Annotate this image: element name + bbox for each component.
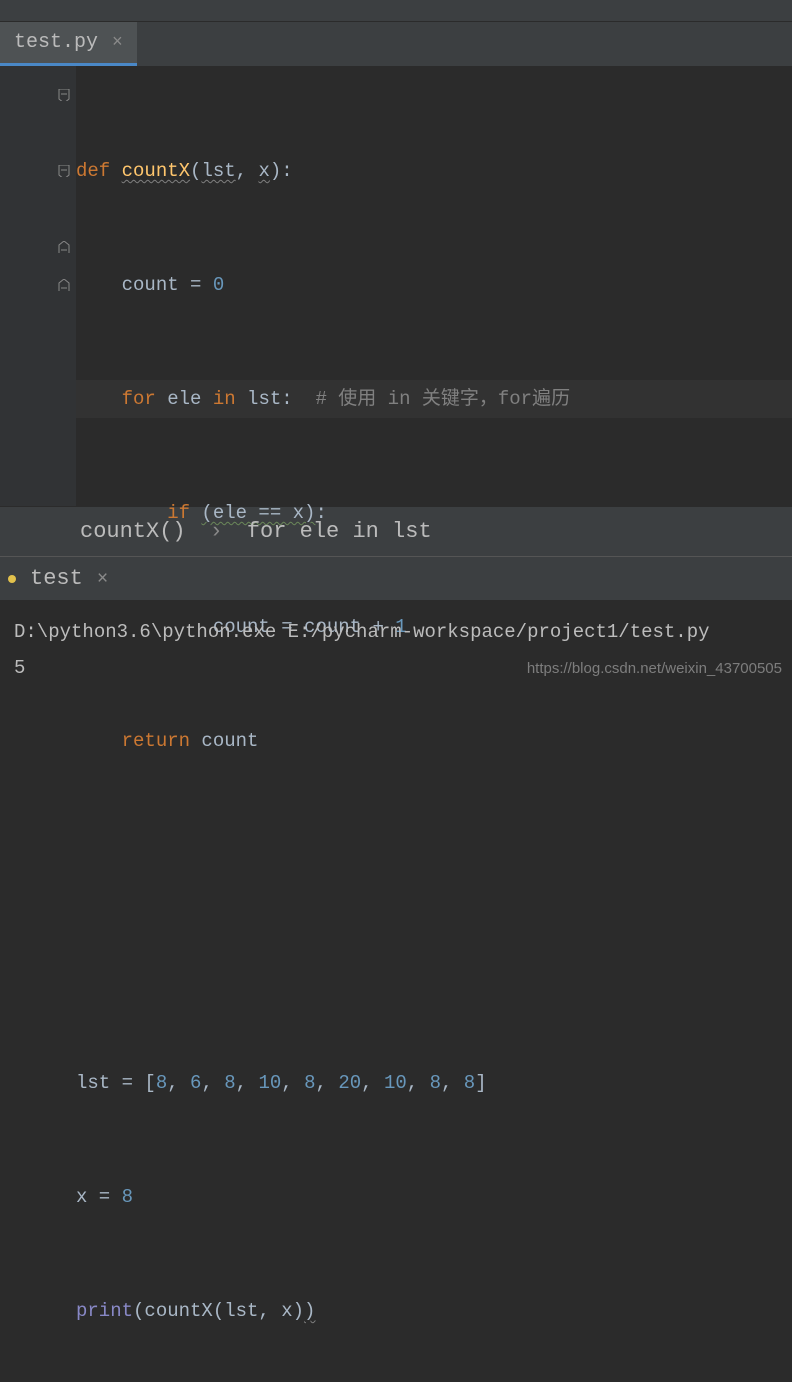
run-tab-test[interactable]: test × bbox=[0, 557, 124, 600]
title-bar bbox=[0, 0, 792, 22]
breadcrumb-item[interactable]: countX() bbox=[80, 519, 186, 544]
console-output: 5 bbox=[14, 657, 25, 679]
console-line: D:\python3.6\python.exe E:/pycharm-works… bbox=[14, 621, 710, 643]
close-icon[interactable]: × bbox=[97, 568, 108, 590]
close-icon[interactable]: × bbox=[112, 33, 123, 53]
run-tab-label: test bbox=[30, 566, 83, 591]
keyword-in: in bbox=[213, 388, 247, 410]
chevron-right-icon: › bbox=[210, 519, 223, 544]
keyword-return: return bbox=[76, 730, 201, 752]
code-editor[interactable]: def countX(lst, x): count = 0 for ele in… bbox=[0, 66, 792, 506]
editor-tab-bar: test.py × bbox=[0, 22, 792, 66]
keyword-def: def bbox=[76, 160, 122, 182]
run-marker-icon bbox=[8, 575, 16, 583]
fold-icon[interactable] bbox=[58, 76, 70, 114]
fold-end-icon[interactable] bbox=[58, 266, 70, 304]
param-lst: lst bbox=[201, 160, 235, 182]
breadcrumb-item[interactable]: for ele in lst bbox=[247, 519, 432, 544]
keyword-for: for bbox=[76, 388, 167, 410]
fold-end-icon[interactable] bbox=[58, 228, 70, 266]
comment: # 使用 in 关键字，for遍历 bbox=[315, 388, 570, 410]
code-area[interactable]: def countX(lst, x): count = 0 for ele in… bbox=[76, 66, 792, 506]
editor-tab-testpy[interactable]: test.py × bbox=[0, 22, 137, 66]
builtin-print: print bbox=[76, 1300, 133, 1322]
param-x: x bbox=[258, 160, 269, 182]
gutter bbox=[0, 66, 76, 506]
fold-icon[interactable] bbox=[58, 152, 70, 190]
tab-label: test.py bbox=[14, 31, 98, 54]
watermark: https://blog.csdn.net/weixin_43700505 bbox=[527, 660, 782, 677]
function-name: countX bbox=[122, 160, 190, 182]
